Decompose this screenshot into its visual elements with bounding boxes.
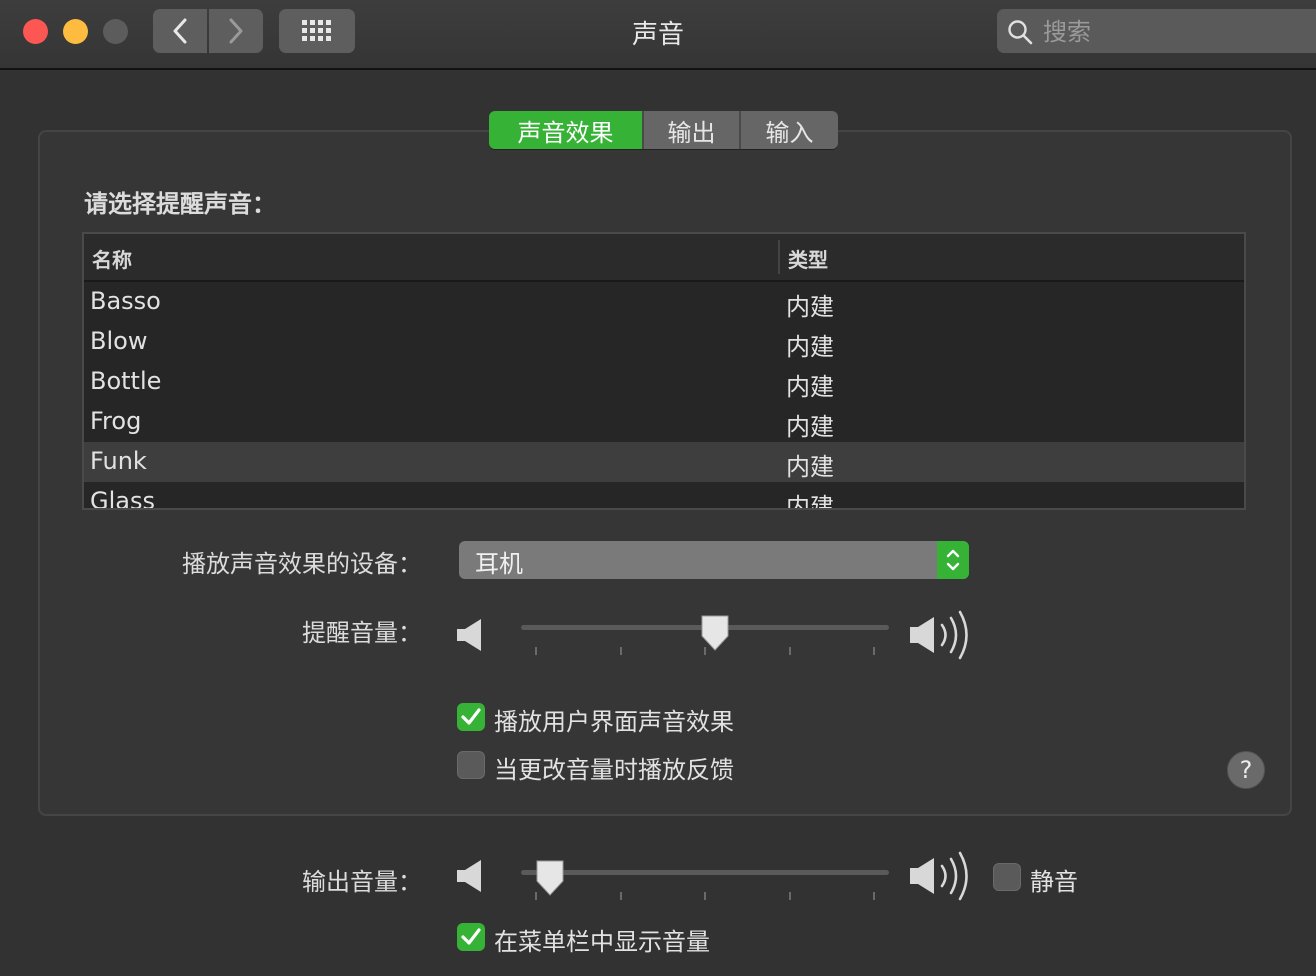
speaker-high-icon[interactable] (909, 850, 975, 902)
menubar-volume-label[interactable]: 在菜单栏中显示音量 (494, 922, 710, 957)
slider-tick (873, 647, 875, 655)
device-popup[interactable]: 耳机 (459, 541, 969, 579)
alert-volume-label: 提醒音量： (302, 619, 422, 647)
search-icon (1008, 20, 1033, 45)
mute-label[interactable]: 静音 (1030, 862, 1078, 897)
feedback-label[interactable]: 当更改音量时播放反馈 (494, 750, 734, 785)
menubar-volume-checkbox[interactable] (457, 923, 485, 951)
search-field[interactable] (997, 9, 1316, 53)
mute-checkbox[interactable] (993, 863, 1021, 891)
popup-arrows-icon (937, 541, 969, 579)
checkmark-icon (461, 928, 481, 945)
slider-tick (789, 892, 791, 900)
row-type: 内建 (786, 293, 834, 321)
speaker-low-icon[interactable] (456, 617, 484, 653)
speaker-high-icon[interactable] (909, 609, 975, 661)
search-input[interactable] (1041, 15, 1315, 49)
table-row[interactable]: Blow 内建 (84, 322, 1244, 362)
row-name: Glass (90, 487, 155, 510)
help-button[interactable]: ? (1227, 751, 1265, 789)
row-type: 内建 (786, 413, 834, 441)
row-name: Bottle (90, 367, 162, 395)
column-divider[interactable] (778, 240, 780, 274)
column-header-type[interactable]: 类型 (788, 244, 828, 273)
row-name: Frog (90, 407, 142, 435)
table-header: 名称 类型 (84, 234, 1244, 282)
table-row[interactable]: Glass 内建 (84, 482, 1244, 510)
tab-input[interactable]: 输入 (739, 111, 838, 149)
column-header-name[interactable]: 名称 (92, 244, 132, 273)
alert-sound-label: 请选择提醒声音： (84, 190, 276, 218)
tab-output[interactable]: 输出 (642, 111, 739, 149)
alert-volume-knob[interactable] (699, 614, 731, 652)
speaker-low-icon[interactable] (456, 858, 484, 894)
row-name: Blow (90, 327, 148, 355)
tab-bar: 声音效果 输出 输入 (489, 111, 838, 149)
slider-tick (620, 647, 622, 655)
row-name: Funk (90, 447, 147, 475)
row-type: 内建 (786, 333, 834, 361)
tab-sound-effects[interactable]: 声音效果 (489, 111, 642, 149)
row-type: 内建 (786, 453, 834, 481)
alert-sound-table[interactable]: 名称 类型 Basso 内建 Blow 内建 Bottle 内建 Frog 内建… (82, 232, 1246, 510)
feedback-checkbox[interactable] (457, 751, 485, 779)
checkmark-icon (461, 708, 481, 725)
slider-tick (704, 892, 706, 900)
device-label: 播放声音效果的设备： (182, 550, 422, 578)
table-row[interactable]: Bottle 内建 (84, 362, 1244, 402)
slider-tick (789, 647, 791, 655)
table-row[interactable]: Basso 内建 (84, 282, 1244, 322)
slider-tick (535, 647, 537, 655)
slider-tick (873, 892, 875, 900)
row-name: Basso (90, 287, 161, 315)
row-type: 内建 (786, 373, 834, 401)
ui-sounds-checkbox[interactable] (457, 703, 485, 731)
device-value: 耳机 (475, 550, 523, 578)
ui-sounds-label[interactable]: 播放用户界面声音效果 (494, 702, 734, 737)
table-row[interactable]: Frog 内建 (84, 402, 1244, 442)
output-volume-label: 输出音量： (302, 868, 422, 896)
table-row-selected[interactable]: Funk 内建 (84, 442, 1244, 482)
slider-tick (620, 892, 622, 900)
output-volume-track[interactable] (521, 870, 889, 875)
output-volume-knob[interactable] (534, 859, 566, 897)
title-bar: 声音 (0, 0, 1316, 70)
row-type: 内建 (786, 493, 834, 510)
